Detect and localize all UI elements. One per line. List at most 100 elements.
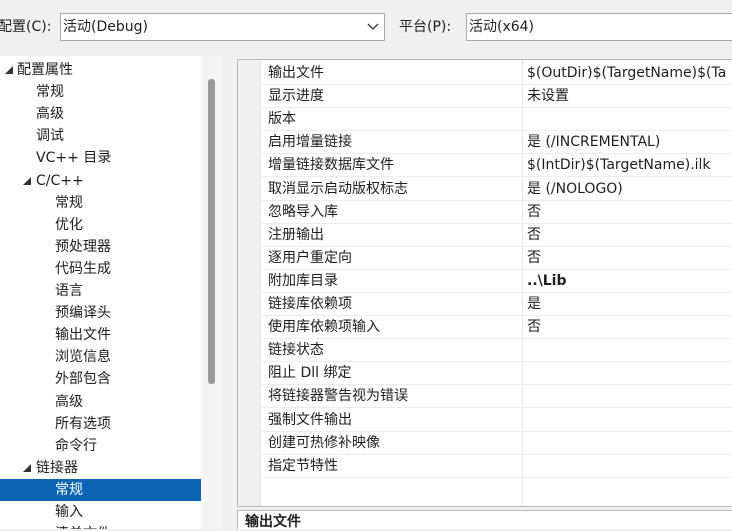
tree-item-label: 链接器 (36, 459, 78, 476)
description-panel: 输出文件 (237, 510, 732, 530)
property-row[interactable]: 链接库依赖项 是 (260, 293, 732, 316)
property-value[interactable]: 否 (527, 224, 732, 246)
property-row[interactable]: 输出文件 $(OutDir)$(TargetName)$(Ta (260, 62, 732, 85)
tree-item[interactable]: 常规 (0, 192, 201, 214)
tree-item-label: 预处理器 (55, 238, 111, 255)
property-value[interactable]: 是 (/NOLOGO) (527, 178, 732, 200)
tree-item[interactable]: 高级 (0, 103, 201, 125)
property-name: 启用增量链接 (268, 134, 352, 151)
tree-item[interactable]: 链接器 (0, 457, 201, 479)
property-name: 显示进度 (268, 88, 324, 105)
property-value[interactable] (527, 362, 732, 384)
property-row[interactable]: 强制文件输出 (260, 409, 732, 432)
property-row[interactable]: 附加库目录 ..\Lib (260, 270, 732, 293)
property-value[interactable] (527, 385, 732, 407)
tree-item-label: 优化 (55, 216, 83, 233)
tree-item[interactable]: 输出文件 (0, 324, 201, 346)
tree-item[interactable]: 预处理器 (0, 236, 201, 258)
tree-item-label: 调试 (36, 128, 64, 145)
platform-dropdown-value: 活动(x64) (469, 19, 535, 35)
tree-item[interactable]: 命令行 (0, 435, 201, 457)
tree-item[interactable]: 所有选项 (0, 413, 201, 435)
property-name: 逐用户重定向 (268, 249, 352, 266)
tree-item-label: 高级 (36, 106, 64, 123)
property-row[interactable]: 忽略导入库 否 (260, 201, 732, 224)
property-value[interactable]: 否 (527, 247, 732, 269)
tree-item[interactable]: 常规 (0, 478, 201, 501)
tree-item-label: 浏览信息 (55, 349, 111, 366)
property-value[interactable]: ..\Lib (527, 270, 732, 292)
tree-item[interactable]: 语言 (0, 280, 201, 302)
property-name: 指定节特性 (268, 457, 338, 474)
property-value[interactable]: 是 (/INCREMENTAL) (527, 131, 732, 153)
property-name: 链接库依赖项 (268, 296, 352, 312)
property-row[interactable]: 逐用户重定向 否 (260, 247, 732, 270)
property-value[interactable]: $(IntDir)$(TargetName).ilk (527, 154, 732, 176)
property-row[interactable]: 指定节特性 (260, 455, 732, 478)
property-row[interactable]: 启用增量链接 是 (/INCREMENTAL) (260, 131, 732, 155)
tree-item[interactable]: 常规 (0, 81, 201, 103)
property-name: 取消显示启动版权标志 (268, 180, 408, 197)
property-value[interactable]: 否 (527, 316, 732, 338)
property-row[interactable]: 创建可热修补映像 (260, 432, 732, 455)
property-value[interactable]: 未设置 (527, 85, 732, 107)
property-row[interactable]: 显示进度 未设置 (260, 85, 732, 109)
tree-item-label: 语言 (55, 283, 83, 299)
property-value[interactable] (527, 108, 732, 130)
expanded-caret-icon[interactable] (22, 170, 32, 192)
config-toolbar: 配置(C): 活动(Debug) 平台(P): 活动(x64) (0, 0, 732, 52)
tree-item[interactable]: 浏览信息 (0, 346, 201, 368)
tree-item-label: 常规 (36, 84, 64, 101)
tree-item-label: 配置属性 (17, 62, 73, 78)
expanded-caret-icon[interactable] (22, 457, 32, 479)
property-row[interactable]: 版本 (260, 108, 732, 132)
tree-item[interactable]: 配置属性 (0, 59, 201, 81)
property-grid: 输出文件 $(OutDir)$(TargetName)$(Ta 显示进度 未设置版本启… (237, 59, 732, 507)
tree-item[interactable]: 外部包含 (0, 368, 201, 390)
tree-item-label: VC++ 目录 (36, 150, 112, 167)
property-name: 版本 (268, 111, 296, 128)
tree-item[interactable]: 高级 (0, 391, 201, 413)
property-row[interactable]: 链接状态 (260, 339, 732, 363)
property-value[interactable] (527, 455, 732, 477)
tree-item[interactable]: C/C++ (0, 170, 201, 192)
tree-item[interactable]: 调试 (0, 125, 201, 147)
property-row[interactable]: 阻止 Dll 绑定 (260, 362, 732, 386)
property-value[interactable]: 否 (527, 201, 732, 223)
tree-item-label: 清单文件 (55, 523, 111, 529)
property-value[interactable] (527, 339, 732, 361)
property-value[interactable] (527, 432, 732, 454)
property-name: 阻止 Dll 绑定 (268, 365, 352, 382)
property-row[interactable]: 注册输出 否 (260, 224, 732, 247)
chevron-down-icon (367, 23, 379, 30)
platform-dropdown[interactable]: 活动(x64) (466, 13, 732, 41)
config-dropdown[interactable]: 活动(Debug) (60, 13, 385, 41)
property-value[interactable]: $(OutDir)$(TargetName)$(Ta (527, 62, 732, 84)
tree-item-label: 代码生成 (55, 260, 111, 277)
platform-label: 平台(P): (399, 19, 452, 35)
tree-item[interactable]: 代码生成 (0, 258, 201, 280)
tree-item[interactable]: 预编译头 (0, 302, 201, 324)
property-tree: 配置属性 常规 高级 调试 VC++ 目录 C/C++ 常规 优化 预处理器 代码生成 语言 预编译头… (0, 56, 221, 529)
property-name: 忽略导入库 (268, 203, 338, 220)
property-row[interactable]: 将链接器警告视为错误 (260, 385, 732, 409)
property-row[interactable]: 使用库依赖项输入 否 (260, 316, 732, 340)
tree-scrollbar[interactable] (201, 56, 221, 529)
property-value[interactable]: 是 (527, 293, 732, 315)
tree-item[interactable]: VC++ 目录 (0, 147, 201, 169)
property-value[interactable] (527, 409, 732, 431)
description-title: 输出文件 (245, 514, 301, 530)
tree-item[interactable]: 输入 (0, 501, 201, 523)
property-name: 附加库目录 (268, 272, 338, 289)
tree-item[interactable]: 优化 (0, 214, 201, 236)
property-name: 将链接器警告视为错误 (268, 388, 408, 405)
config-dropdown-value: 活动(Debug) (63, 19, 148, 35)
property-name: 输出文件 (268, 65, 324, 81)
tree-item[interactable]: 清单文件 (0, 523, 201, 529)
tree-item-label: C/C++ (36, 172, 84, 189)
tree-scrollbar-thumb[interactable] (208, 79, 215, 384)
property-name: 链接状态 (268, 342, 324, 359)
property-row[interactable]: 增量链接数据库文件 $(IntDir)$(TargetName).ilk (260, 154, 732, 178)
expanded-caret-icon[interactable] (4, 59, 14, 81)
property-row[interactable]: 取消显示启动版权标志 是 (/NOLOGO) (260, 178, 732, 201)
